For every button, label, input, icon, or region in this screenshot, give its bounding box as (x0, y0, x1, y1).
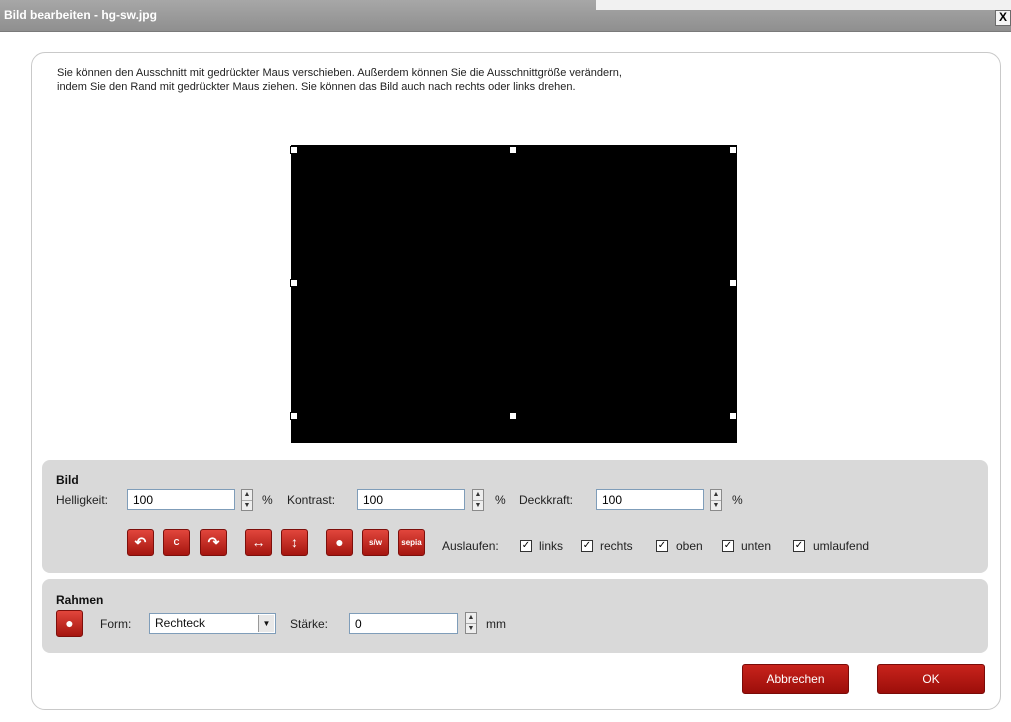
crop-handle-top-center[interactable] (509, 146, 517, 154)
spinner-down-icon[interactable]: ▼ (473, 501, 483, 511)
spinner-down-icon[interactable]: ▼ (242, 501, 252, 511)
bleed-unten-checkbox[interactable]: ✓ (722, 540, 734, 552)
sepia-button[interactable]: sepia (398, 529, 425, 556)
form-select[interactable]: Rechteck ▼ (149, 613, 276, 634)
bild-section-title: Bild (56, 473, 79, 487)
chevron-down-icon[interactable]: ▼ (258, 615, 274, 632)
color-mode-button[interactable]: ● (326, 529, 353, 556)
instructions-line-1: Sie können den Ausschnitt mit gedrückter… (57, 67, 622, 79)
bild-panel (42, 460, 988, 573)
bleed-umlaufend-checkbox[interactable]: ✓ (793, 540, 805, 552)
opacity-spinner[interactable]: ▲ ▼ (710, 489, 722, 511)
bleed-links-checkbox[interactable]: ✓ (520, 540, 532, 552)
bleed-rechts-label: rechts (600, 539, 633, 553)
crop-handle-top-left[interactable] (290, 146, 298, 154)
crop-handle-bottom-left[interactable] (290, 412, 298, 420)
crop-handle-bottom-right[interactable] (729, 412, 737, 420)
rotate-left-button[interactable]: ↶ (127, 529, 154, 556)
brightness-spinner[interactable]: ▲ ▼ (241, 489, 253, 511)
flip-horizontal-button[interactable]: ↔ (245, 529, 272, 556)
crop-button[interactable]: C (163, 529, 190, 556)
contrast-spinner[interactable]: ▲ ▼ (472, 489, 484, 511)
bleed-rechts-checkbox[interactable]: ✓ (581, 540, 593, 552)
opacity-input[interactable]: 100 (596, 489, 704, 510)
contrast-percent: % (495, 493, 506, 507)
spinner-down-icon[interactable]: ▼ (466, 624, 476, 634)
crop-handle-middle-left[interactable] (290, 279, 298, 287)
spinner-down-icon[interactable]: ▼ (711, 501, 721, 511)
instructions-line-2: indem Sie den Rand mit gedrückter Maus z… (57, 81, 576, 93)
cancel-button[interactable]: Abbrechen (742, 664, 849, 694)
rahmen-section-title: Rahmen (56, 593, 104, 607)
spinner-up-icon[interactable]: ▲ (466, 613, 476, 624)
spinner-up-icon[interactable]: ▲ (473, 490, 483, 501)
brightness-input[interactable]: 100 (127, 489, 235, 510)
form-label: Form: (100, 617, 132, 631)
crop-handle-middle-right[interactable] (729, 279, 737, 287)
crop-handle-top-right[interactable] (729, 146, 737, 154)
crop-handle-bottom-center[interactable] (509, 412, 517, 420)
rotate-right-button[interactable]: ↷ (200, 529, 227, 556)
flip-vertical-button[interactable]: ↕ (281, 529, 308, 556)
window-title: Bild bearbeiten - hg-sw.jpg (4, 8, 157, 22)
bleed-umlaufend-label: umlaufend (813, 539, 870, 553)
bleed-label: Auslaufen: (442, 539, 499, 553)
thickness-unit: mm (486, 617, 506, 631)
opacity-label: Deckkraft: (519, 493, 574, 507)
thickness-spinner[interactable]: ▲ ▼ (465, 612, 477, 634)
brightness-label: Helligkeit: (56, 493, 109, 507)
spinner-up-icon[interactable]: ▲ (242, 490, 252, 501)
bleed-oben-checkbox[interactable]: ✓ (656, 540, 668, 552)
bleed-oben-label: oben (676, 539, 703, 553)
form-select-value: Rechteck (155, 616, 206, 630)
bw-button[interactable]: s/w (362, 529, 389, 556)
bleed-unten-label: unten (741, 539, 772, 553)
close-button[interactable]: X (995, 10, 1011, 26)
contrast-input[interactable]: 100 (357, 489, 465, 510)
contrast-label: Kontrast: (287, 493, 336, 507)
frame-color-button[interactable]: ● (56, 610, 83, 637)
instructions-text: Sie können den Ausschnitt mit gedrückter… (57, 66, 777, 94)
ok-button[interactable]: OK (877, 664, 985, 694)
spinner-up-icon[interactable]: ▲ (711, 490, 721, 501)
thickness-input[interactable]: 0 (349, 613, 458, 634)
brightness-percent: % (262, 493, 273, 507)
thickness-label: Stärke: (290, 617, 329, 631)
title-bar: Bild bearbeiten - hg-sw.jpg X (0, 0, 1011, 32)
background-strip (596, 0, 1011, 10)
bleed-links-label: links (539, 539, 564, 553)
image-preview[interactable] (290, 145, 737, 443)
opacity-percent: % (732, 493, 743, 507)
